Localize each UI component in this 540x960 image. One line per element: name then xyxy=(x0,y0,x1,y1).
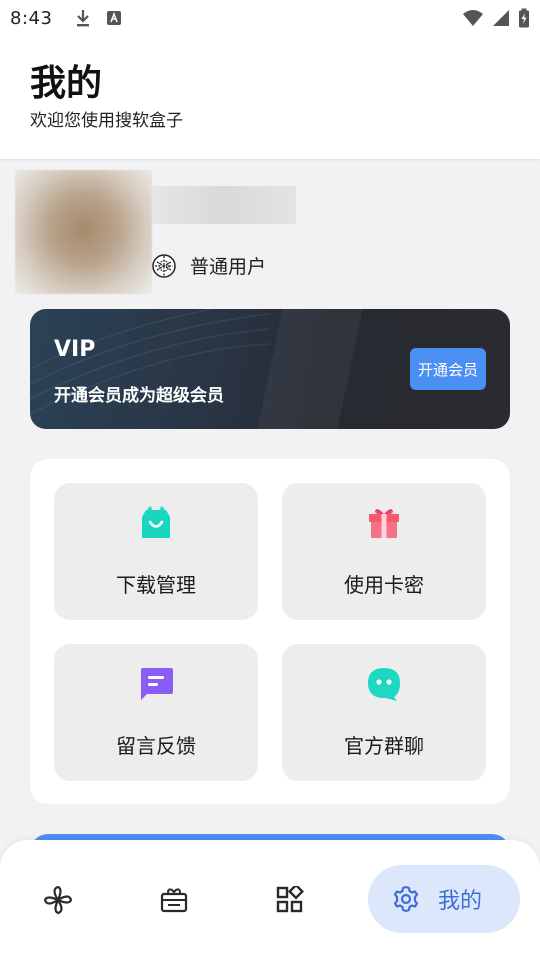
use-card-key-tile[interactable]: 使用卡密 xyxy=(282,483,486,620)
menu-item-label: 官方群聊 xyxy=(344,734,424,758)
status-bar: 8:43 xyxy=(0,0,540,36)
wifi-icon xyxy=(463,10,483,26)
page-header: 我的 欢迎您使用搜软盒子 xyxy=(0,36,540,159)
download-icon xyxy=(77,10,90,27)
menu-item-label: 使用卡密 xyxy=(344,573,424,597)
vip-card[interactable]: VIP 开通会员成为超级会员 开通会员 xyxy=(30,309,510,429)
menu-item-label: 下载管理 xyxy=(116,573,196,597)
bottom-navigation: 我的 xyxy=(0,840,540,960)
menu-panel: 下载管理 使用卡密 留言反馈 官方群聊 xyxy=(30,459,510,804)
ticket-icon xyxy=(160,888,188,913)
chat-bubble-icon xyxy=(368,668,400,701)
menu-item-label: 留言反馈 xyxy=(116,734,196,758)
page-title: 我的 xyxy=(30,63,103,104)
feedback-tile[interactable]: 留言反馈 xyxy=(54,644,258,781)
a-icon xyxy=(107,11,122,25)
nav-item-home[interactable] xyxy=(18,866,98,934)
avatar[interactable] xyxy=(15,170,152,294)
profile-section[interactable]: 普通用户 xyxy=(15,170,515,295)
signal-icon xyxy=(493,10,509,26)
page-subtitle: 欢迎您使用搜软盒子 xyxy=(30,111,183,131)
gear-icon xyxy=(393,885,419,913)
username-placeholder xyxy=(152,186,296,224)
vip-decoration xyxy=(30,309,270,415)
vip-description: 开通会员成为超级会员 xyxy=(54,386,224,406)
nav-item-mine[interactable]: 我的 xyxy=(368,865,520,933)
user-type-label: 普通用户 xyxy=(190,256,267,278)
user-type-row: 普通用户 xyxy=(152,252,266,279)
official-group-tile[interactable]: 官方群聊 xyxy=(282,644,486,781)
vip-stripe xyxy=(257,309,363,429)
open-membership-button[interactable]: 开通会员 xyxy=(410,348,486,390)
pinwheel-icon xyxy=(43,885,73,915)
download-manager-tile[interactable]: 下载管理 xyxy=(54,483,258,620)
battery-icon xyxy=(519,8,529,28)
nav-item-tickets[interactable] xyxy=(134,866,214,934)
apps-grid-icon xyxy=(276,886,304,913)
shopping-bag-icon xyxy=(142,506,170,538)
vip-title: VIP xyxy=(54,337,96,362)
nav-item-label: 我的 xyxy=(438,889,483,914)
status-icons-right xyxy=(462,8,530,28)
message-icon xyxy=(141,668,173,700)
gift-icon xyxy=(369,509,399,538)
status-time: 8:43 xyxy=(10,7,53,29)
status-icons-left xyxy=(74,8,122,28)
nav-item-apps[interactable] xyxy=(250,866,330,934)
user-badge-icon xyxy=(152,253,176,278)
